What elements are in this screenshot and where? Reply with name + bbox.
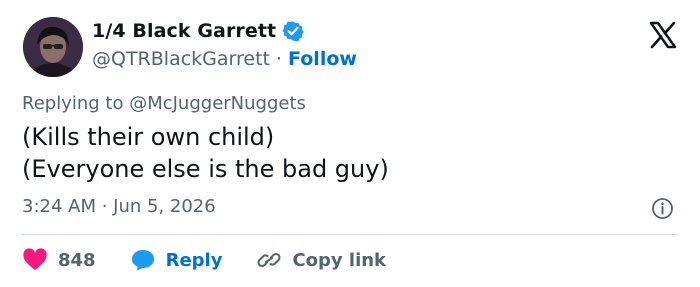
handle-separator: ·	[276, 48, 283, 70]
reply-context: Replying to @McJuggerNuggets	[22, 93, 306, 114]
copy-link-label: Copy link	[292, 249, 387, 271]
tweet-line: (Kills their own child)	[22, 123, 275, 151]
avatar-image	[23, 17, 83, 77]
divider	[22, 234, 678, 235]
tweet-timestamp[interactable]: 3:24 AM · Jun 5, 2026	[22, 196, 216, 217]
copy-link-button[interactable]: Copy link	[256, 248, 386, 272]
info-icon[interactable]	[651, 197, 674, 220]
like-count: 848	[58, 249, 96, 271]
avatar[interactable]	[23, 17, 83, 77]
reply-bubble-icon	[131, 250, 154, 271]
reply-button[interactable]: Reply	[130, 248, 223, 272]
like-button[interactable]: 848	[22, 248, 96, 272]
reply-label: Reply	[165, 249, 223, 271]
author-name-row: 1/4 Black Garrett	[92, 20, 305, 42]
follow-button[interactable]: Follow	[288, 48, 357, 70]
author-handle[interactable]: @QTRBlackGarrett	[92, 48, 270, 70]
tweet-line: (Everyone else is the bad guy)	[22, 155, 389, 183]
verified-icon	[282, 21, 305, 42]
link-icon	[257, 252, 281, 268]
x-logo-icon[interactable]	[648, 20, 678, 50]
heart-icon	[23, 248, 47, 270]
author-display-name[interactable]: 1/4 Black Garrett	[92, 20, 276, 42]
author-handle-row: @QTRBlackGarrett · Follow	[92, 48, 357, 70]
action-bar: 848 Reply Copy link	[22, 246, 420, 274]
tweet-text: (Kills their own child) (Everyone else i…	[22, 121, 389, 185]
